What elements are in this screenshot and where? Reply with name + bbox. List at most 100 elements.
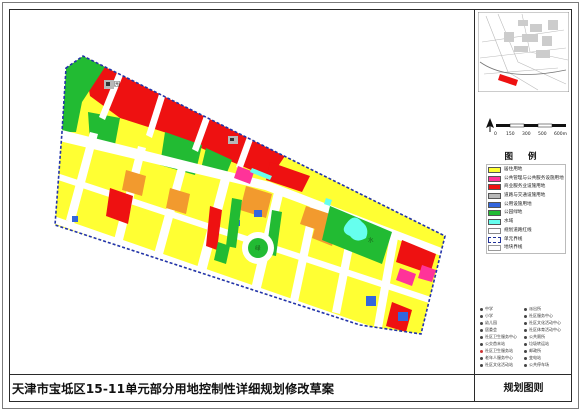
facility-symbol-icon <box>480 321 483 325</box>
sidebar-divider <box>474 9 475 402</box>
facility-symbol-icon <box>524 363 527 367</box>
facility-symbol: 社区文化活动站 <box>480 362 513 368</box>
facility-symbol-label: 公共停车场 <box>529 362 549 367</box>
legend-swatch <box>488 227 501 234</box>
scale-label-4: 600m <box>554 131 567 137</box>
facility-symbol-icon <box>480 314 483 318</box>
facility-symbol-icon <box>524 356 527 360</box>
utility-block <box>254 210 262 217</box>
legend-swatch <box>488 236 501 243</box>
legend-item: 地块界线 <box>488 244 572 253</box>
legend-swatch <box>488 201 501 208</box>
utility-block <box>398 312 408 321</box>
scale-label-3: 500 <box>538 131 547 137</box>
utility-block <box>366 296 376 306</box>
legend-swatch <box>488 210 501 217</box>
north-park-label: 园 <box>114 81 120 88</box>
facility-symbol: 居委会 <box>480 327 497 333</box>
facility-symbol-label: 中学 <box>485 306 493 311</box>
facility-symbol-label: 小学 <box>485 313 493 318</box>
scale-label-2: 300 <box>522 131 531 137</box>
facility-symbol-icon <box>524 349 527 353</box>
facility-symbol-icon <box>524 335 527 339</box>
facility-symbol-icon <box>524 307 527 311</box>
facility-symbol: 社区文化活动中心 <box>524 320 561 326</box>
legend-label: 规划道路红线 <box>504 227 532 233</box>
legend-swatch <box>488 175 501 182</box>
facility-symbol-label: 派出所 <box>529 306 541 311</box>
legend-item: 公用设施用地 <box>488 201 572 210</box>
facility-symbol-icon <box>480 307 483 311</box>
facility-symbol-icon <box>524 328 527 332</box>
facility-symbol-label: 居委会 <box>485 327 497 332</box>
facility-symbol-icon <box>524 321 527 325</box>
plan-title: 天津市宝坻区15-11单元部分用地控制性详细规划修改草案 <box>12 382 335 396</box>
facility-symbol-label: 社区文化活动中心 <box>529 320 561 325</box>
legend-item: 单元界线 <box>488 236 572 245</box>
legend-label: 公用设施用地 <box>504 201 532 207</box>
facility-symbol-icon <box>480 328 483 332</box>
facility-symbol-label: 社区体育活动中心 <box>529 327 561 332</box>
facility-symbol-label: 垃圾转运站 <box>529 341 549 346</box>
facility-symbol-label: 社区服务中心 <box>529 313 553 318</box>
legend-item: 公共管理与公共服务设施用地 <box>488 175 572 184</box>
facility-symbol-label: 公共厕所 <box>529 334 545 339</box>
facility-symbol: 中学 <box>480 306 493 312</box>
facility-symbol: 变电站 <box>524 355 541 361</box>
legend-swatch <box>488 184 501 191</box>
facility-symbol-label: 变电站 <box>529 355 541 360</box>
facility-symbol-label: 社区卫生服务站 <box>485 348 513 353</box>
facility-symbol: 公交首末站 <box>480 341 505 347</box>
scale-bar: 0 150 300 500 600m <box>494 123 567 137</box>
east-park-label: 水 <box>368 236 374 244</box>
facility-symbol-icon <box>524 342 527 346</box>
north-arrow-icon <box>486 118 494 132</box>
legend-label: 公园绿地 <box>504 210 523 216</box>
drawing-sheet: 绿 水 园 0 150 300 500 600m 图 例 居住用地 公共管理与公… <box>0 0 581 411</box>
facility-symbol: 公共停车场 <box>524 362 549 368</box>
facility-symbol-icon <box>480 349 483 353</box>
drawing-type: 规划图则 <box>503 383 544 394</box>
facility-symbol-list: 中学 派出所小学 社区服务中心幼儿园 社区文化活动中心居委会 社区体育活动中心社区卫生服… <box>480 306 570 372</box>
facility-symbol: 派出所 <box>524 306 541 312</box>
legend-swatch <box>488 245 501 252</box>
facility-symbol-label: 老年人服务中心 <box>485 355 513 360</box>
facility-symbol: 社区卫生服务站 <box>480 348 513 354</box>
legend-label: 水域 <box>504 219 514 225</box>
legend-label: 居住用地 <box>504 167 523 172</box>
legend-item: 商业服务业设施用地 <box>488 183 572 192</box>
scale-label-0: 0 <box>494 131 497 137</box>
legend-item: 规划道路红线 <box>488 227 572 236</box>
facility-symbol-icon <box>524 314 527 318</box>
facility-symbol: 幼儿园 <box>480 320 497 326</box>
legend-label: 公共管理与公共服务设施用地 <box>504 175 564 181</box>
legend-swatch <box>488 193 501 200</box>
legend-item: 水域 <box>488 218 572 227</box>
location-inset-map <box>478 12 569 92</box>
scale-label-1: 150 <box>506 131 515 137</box>
legend-label: 单元界线 <box>504 236 523 242</box>
facility-symbol: 老年人服务中心 <box>480 355 513 361</box>
legend-label: 商业服务业设施用地 <box>504 184 546 190</box>
legend-label: 地块界线 <box>504 245 523 251</box>
legend-swatch <box>488 167 501 173</box>
facility-symbol: 社区卫生服务中心 <box>480 334 517 340</box>
facility-symbol: 小学 <box>480 313 493 319</box>
facility-symbol-icon <box>480 335 483 339</box>
utility-block <box>72 216 78 222</box>
facility-symbol-label: 邮政所 <box>529 348 541 353</box>
legend-swatch <box>488 219 501 226</box>
facility-symbol: 公共厕所 <box>524 334 545 340</box>
facility-symbol: 社区服务中心 <box>524 313 553 319</box>
legend: 居住用地公共管理与公共服务设施用地 商业服务业设施用地 道路与交通设施用地 公用设施用… <box>488 166 572 253</box>
facility-symbol-icon <box>480 342 483 346</box>
facility-symbol-label: 社区文化活动站 <box>485 362 513 367</box>
legend-item: 道路与交通设施用地 <box>488 192 572 201</box>
roundabout-label: 绿 <box>255 244 261 252</box>
planning-zone: 绿 水 <box>55 56 445 334</box>
legend-label: 道路与交通设施用地 <box>504 193 546 199</box>
legend-item: 居住用地 <box>488 166 572 175</box>
facility-symbol: 邮政所 <box>524 348 541 354</box>
facility-symbol: 垃圾转运站 <box>524 341 549 347</box>
facility-symbol-label: 公交首末站 <box>485 341 505 346</box>
